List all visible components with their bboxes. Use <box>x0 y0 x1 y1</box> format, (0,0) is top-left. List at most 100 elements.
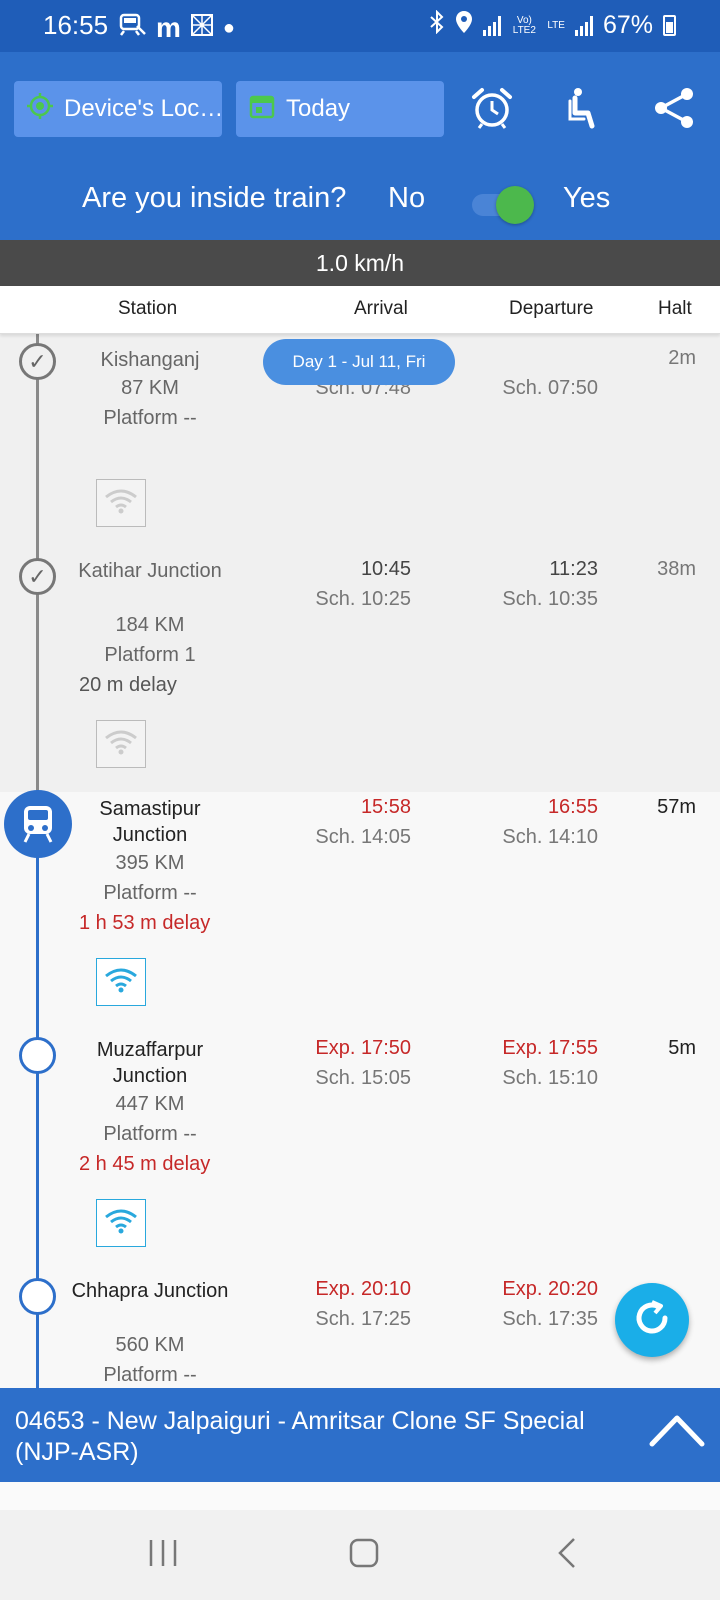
arrival-expected: Exp. 17:50 <box>315 1037 411 1059</box>
delay-label: 20 m delay <box>79 674 177 696</box>
lte-label: LTE <box>547 19 565 31</box>
station-name: Muzaffarpur Junction <box>96 1039 204 1087</box>
refresh-button[interactable] <box>615 1283 689 1357</box>
wifi-icon <box>104 488 138 519</box>
departure-scheduled: Sch. 14:10 <box>502 826 598 848</box>
wifi-status-box[interactable] <box>96 720 146 768</box>
col-station: Station <box>118 298 178 319</box>
delay-label: 2 h 45 m delay <box>79 1153 211 1175</box>
status-notification-icons: m ● <box>118 12 235 44</box>
departure-expected: Exp. 20:20 <box>502 1278 598 1300</box>
departure-actual: 11:23 <box>549 558 598 580</box>
col-arrival: Arrival <box>354 298 408 319</box>
gps-target-icon <box>26 92 54 127</box>
train-title: 04653 - New Jalpaiguri - Amritsar Clone … <box>15 1407 585 1466</box>
home-button[interactable] <box>334 1532 394 1578</box>
recents-button[interactable] <box>133 1532 193 1578</box>
wifi-icon <box>104 1208 138 1239</box>
station-platform: Platform 1 <box>104 644 196 666</box>
calendar-icon <box>248 92 276 127</box>
seat-button[interactable] <box>554 82 610 138</box>
dot-icon: ● <box>222 16 235 39</box>
status-time: 16:55 <box>43 10 109 40</box>
arrival-scheduled: Sch. 15:05 <box>315 1067 411 1089</box>
status-bar: 16:55 m ● Vo) LTE2 LTE 67% <box>0 0 720 52</box>
date-label: Today <box>286 95 351 122</box>
chevron-up-icon[interactable] <box>648 1410 706 1457</box>
upcoming-station-node <box>19 1278 56 1315</box>
arrival-scheduled: Sch. 17:25 <box>315 1308 411 1330</box>
halt-duration: 5m <box>668 1037 696 1059</box>
home-icon <box>348 1537 380 1574</box>
app-toolbar: Device's Loc… Today Are you inside train… <box>0 52 720 240</box>
halt-duration: 38m <box>657 558 696 580</box>
alarm-button[interactable] <box>464 82 520 138</box>
status-system-icons: Vo) LTE2 LTE 67% <box>429 9 676 41</box>
inside-train-row: Are you inside train? No Yes <box>0 172 720 232</box>
station-name: Chhapra Junction <box>71 1280 229 1302</box>
arrival-scheduled: Sch. 10:25 <box>315 588 411 610</box>
recents-icon <box>147 1538 179 1573</box>
location-label: Device's Loc… <box>64 95 222 122</box>
delay-label: 1 h 53 m delay <box>79 912 211 934</box>
train-info-banner[interactable]: 04653 - New Jalpaiguri - Amritsar Clone … <box>0 1388 720 1482</box>
departure-expected: Exp. 17:55 <box>502 1037 598 1059</box>
wifi-status-box[interactable] <box>96 479 146 527</box>
arrival-expected: Exp. 20:10 <box>315 1278 411 1300</box>
arrival-actual: 10:45 <box>360 558 411 580</box>
column-headers: Station Arrival Departure Halt <box>0 286 720 334</box>
station-platform: Platform -- <box>103 407 197 429</box>
battery-icon <box>663 15 676 36</box>
station-list[interactable]: Day 1 - Jul 11, Fri ✓ Kishanganj 87 KM P… <box>0 334 720 1388</box>
m-app-icon: m <box>156 12 181 43</box>
lte2-label: Vo) LTE2 <box>512 14 536 36</box>
share-icon <box>652 86 696 135</box>
inside-train-no-label: No <box>388 182 426 214</box>
station-km: 184 KM <box>115 614 185 636</box>
station-km: 395 KM <box>115 852 185 874</box>
inside-train-question: Are you inside train? <box>82 182 347 214</box>
departure-scheduled: Sch. 15:10 <box>502 1067 598 1089</box>
grid-app-icon <box>190 13 213 43</box>
location-icon <box>455 10 473 41</box>
col-halt: Halt <box>658 298 692 319</box>
signal-icon <box>483 15 502 36</box>
departure-scheduled: Sch. 10:35 <box>502 588 598 610</box>
passed-check-icon: ✓ <box>19 343 56 380</box>
col-departure: Departure <box>509 298 594 319</box>
train-notification-icon <box>118 13 146 44</box>
upcoming-station-node <box>19 1037 56 1074</box>
wifi-icon <box>104 967 138 998</box>
share-button[interactable] <box>646 82 702 138</box>
wifi-status-box[interactable] <box>96 958 146 1006</box>
back-button[interactable] <box>537 1532 597 1578</box>
day-chip: Day 1 - Jul 11, Fri <box>263 339 455 385</box>
departure-scheduled: Sch. 07:50 <box>502 377 598 399</box>
alarm-clock-icon <box>470 86 514 135</box>
arrival-actual: 15:58 <box>360 796 411 818</box>
station-km: 87 KM <box>121 377 179 399</box>
station-platform: Platform -- <box>103 1364 197 1386</box>
speed-indicator: 1.0 km/h <box>0 240 720 286</box>
station-km: 447 KM <box>115 1093 185 1115</box>
wifi-status-box[interactable] <box>96 1199 146 1247</box>
station-platform: Platform -- <box>103 882 197 904</box>
departure-scheduled: Sch. 17:35 <box>502 1308 598 1330</box>
departure-actual: 16:55 <box>547 796 598 818</box>
station-name: Kishanganj <box>100 349 200 371</box>
date-selector[interactable]: Today <box>236 81 444 137</box>
battery-percent: 67% <box>602 11 653 39</box>
station-km: 560 KM <box>115 1334 185 1356</box>
wifi-icon <box>104 729 138 760</box>
system-nav-bar <box>0 1510 720 1600</box>
current-train-icon <box>4 790 72 858</box>
signal-2-icon <box>574 15 593 36</box>
halt-duration: 2m <box>668 347 696 369</box>
arrival-scheduled: Sch. 14:05 <box>315 826 411 848</box>
location-selector[interactable]: Device's Loc… <box>14 81 222 137</box>
toggle-knob <box>496 186 534 224</box>
banner-spacer <box>0 1482 720 1510</box>
inside-train-toggle[interactable] <box>472 186 534 224</box>
station-platform: Platform -- <box>103 1123 197 1145</box>
halt-duration: 57m <box>657 796 696 818</box>
